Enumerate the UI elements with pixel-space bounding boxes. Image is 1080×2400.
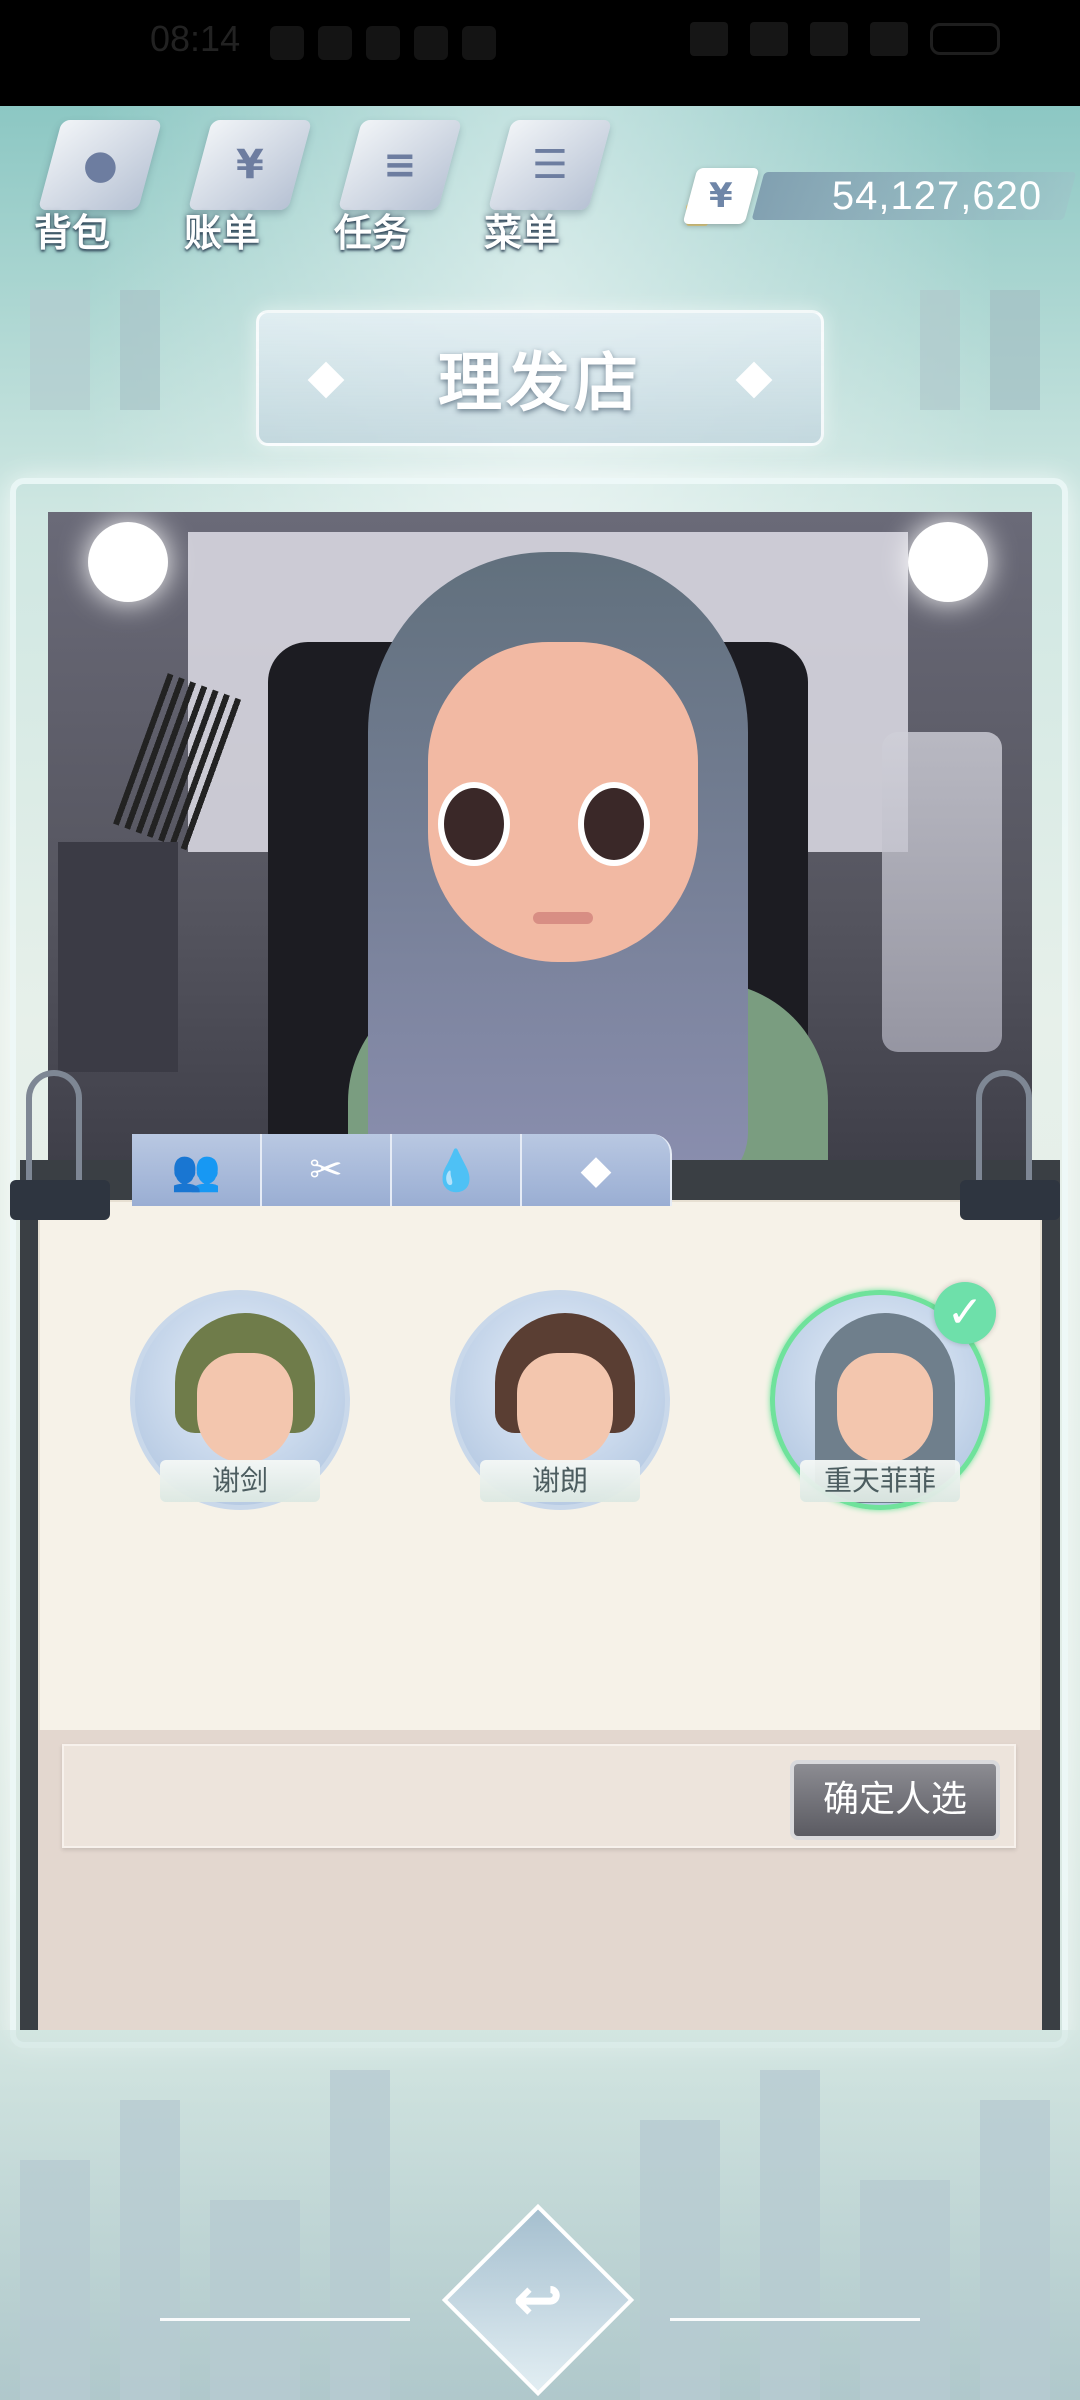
battery-icon [930,23,1000,55]
panel-tabs: 👥 ✂ 💧 ◆ [132,1134,672,1206]
menu-bill-button[interactable]: ¥ 账单 [180,120,313,260]
menu-task-button[interactable]: ≡ 任务 [330,120,463,260]
building [640,2120,720,2400]
decorative-line [160,2318,410,2321]
character-eye [578,782,650,866]
mute-icon [690,22,728,56]
scissors-icon: ✂ [309,1147,343,1193]
bill-icon: ¥ [187,120,313,210]
tool-cup [58,842,178,1072]
avatar-face [837,1353,933,1463]
people-icon: 👥 [171,1147,221,1194]
notification-icons [270,26,496,60]
character-eye [438,782,510,866]
money-value: 54,127,620 [831,173,1042,218]
character-mouth [533,912,593,924]
hd-icon [750,22,788,56]
task-list-icon: ≡ [337,120,463,210]
signal-icon [810,22,848,56]
diamond-icon [735,361,773,399]
menu-bill-label: 账单 [184,211,261,255]
diamond-icon [307,361,345,399]
building [760,2070,820,2400]
building [980,2100,1050,2400]
app-icon [462,26,496,60]
bottle [882,732,1002,1052]
tab-makeup[interactable]: ◆ [522,1134,672,1206]
tab-dye[interactable]: 💧 [392,1134,522,1206]
backpack-icon: ● [37,120,163,210]
yen-icon: ¥ [682,168,760,224]
top-menu: ● 背包 ¥ 账单 ≡ 任务 ☰ 菜单 [30,120,613,260]
character-name: 谢朗 [480,1460,640,1502]
character-option-xiejian[interactable]: 谢剑 [130,1290,350,1520]
tab-characters[interactable]: 👥 [132,1134,262,1206]
tiktok-icon [366,26,400,60]
status-bar: 08:14 [0,0,1080,106]
building [120,2100,180,2400]
check-icon: ✓ [934,1282,996,1344]
money-bar: 54,127,620 [751,172,1077,220]
building [330,2070,390,2400]
binder-clip [10,1070,110,1230]
tab-haircut[interactable]: ✂ [262,1134,392,1206]
character-option-xielang[interactable]: 谢朗 [450,1290,670,1520]
building [210,2200,300,2400]
back-icon: ↩ [512,2265,564,2335]
money-display: ¥ 54,127,620 [682,168,1077,226]
confirm-selection-button[interactable]: 确定人选 [790,1760,1000,1840]
title-banner: 理发店 [256,310,824,446]
building [860,2180,950,2400]
app-icon [414,26,448,60]
menu-task-label: 任务 [334,211,411,255]
light-bulb [908,522,988,602]
building [20,2160,90,2400]
signal-icon [870,22,908,56]
dye-icon: 💧 [431,1147,481,1194]
decorative-line [670,2318,920,2321]
app-icon [318,26,352,60]
status-indicators [690,22,1000,56]
avatar-face [517,1353,613,1463]
avatar-face [197,1353,293,1463]
makeup-icon: ◆ [580,1147,612,1193]
menu-menu-label: 菜单 [484,211,561,255]
binder-clip [960,1070,1060,1230]
character-option-chongtianfeifei[interactable]: 重天菲菲 ✓ [770,1282,996,1520]
menu-backpack-button[interactable]: ● 背包 [30,120,163,260]
page-title: 理发店 [438,347,642,421]
confirm-row: 确定人选 [62,1744,1016,1848]
character-name: 重天菲菲 [800,1460,960,1502]
app-icon [270,26,304,60]
menu-backpack-label: 背包 [34,211,111,255]
character-list: 谢剑 谢朗 重天菲菲 ✓ [130,1282,996,1520]
character-portrait [48,512,1032,1172]
light-bulb [88,522,168,602]
character-name: 谢剑 [160,1460,320,1502]
menu-menu-button[interactable]: ☰ 菜单 [480,120,613,260]
status-time: 08:14 [150,18,241,59]
